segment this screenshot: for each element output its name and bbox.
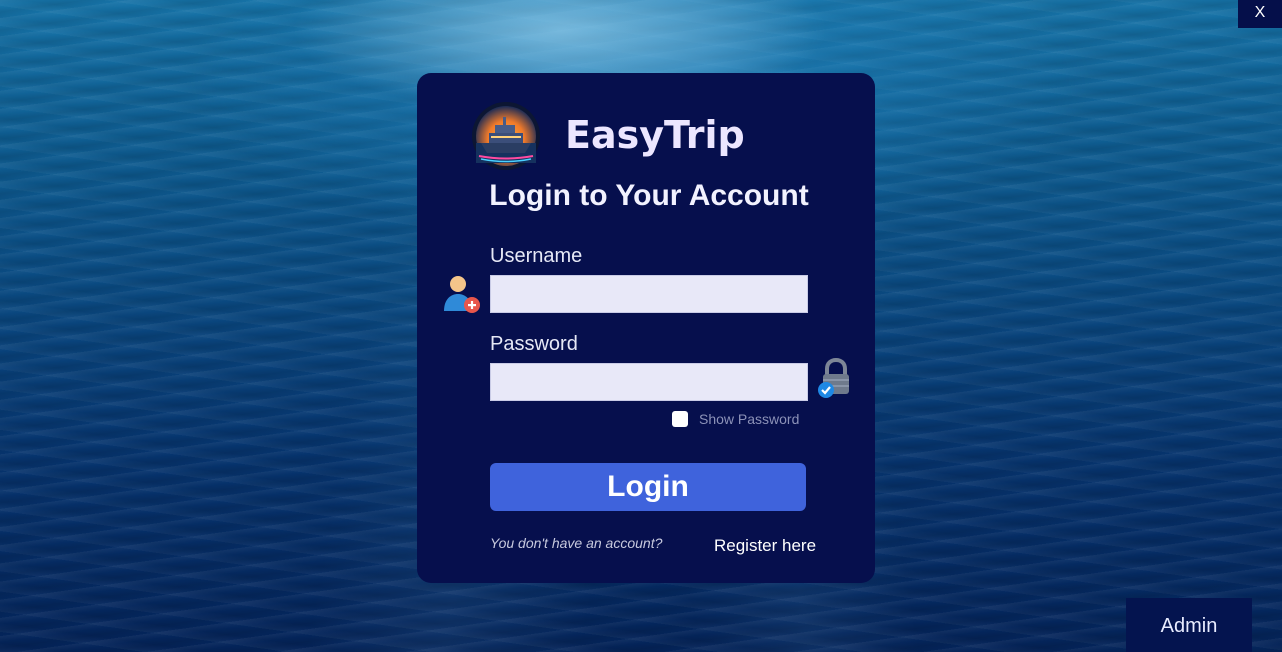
close-button[interactable]: X bbox=[1238, 0, 1282, 28]
password-label: Password bbox=[490, 333, 578, 355]
page-title: Login to Your Account bbox=[489, 179, 809, 212]
add-user-icon bbox=[444, 276, 480, 313]
username-input[interactable] bbox=[490, 275, 808, 313]
lock-check-icon bbox=[818, 357, 849, 398]
show-password-checkbox[interactable] bbox=[672, 411, 688, 427]
login-card: EasyTrip Login to Your Account Username … bbox=[417, 73, 875, 583]
login-button[interactable]: Login bbox=[490, 463, 806, 511]
show-password-label: Show Password bbox=[699, 411, 800, 427]
show-password-toggle[interactable]: Show Password bbox=[672, 411, 799, 427]
admin-button[interactable]: Admin bbox=[1126, 598, 1252, 652]
username-label: Username bbox=[490, 245, 583, 267]
brand-name: EasyTrip bbox=[565, 113, 745, 157]
register-link[interactable]: Register here bbox=[714, 536, 816, 556]
cruise-ship-logo-icon bbox=[472, 102, 540, 170]
password-input[interactable] bbox=[490, 363, 808, 401]
no-account-text: You don't have an account? bbox=[490, 535, 663, 551]
